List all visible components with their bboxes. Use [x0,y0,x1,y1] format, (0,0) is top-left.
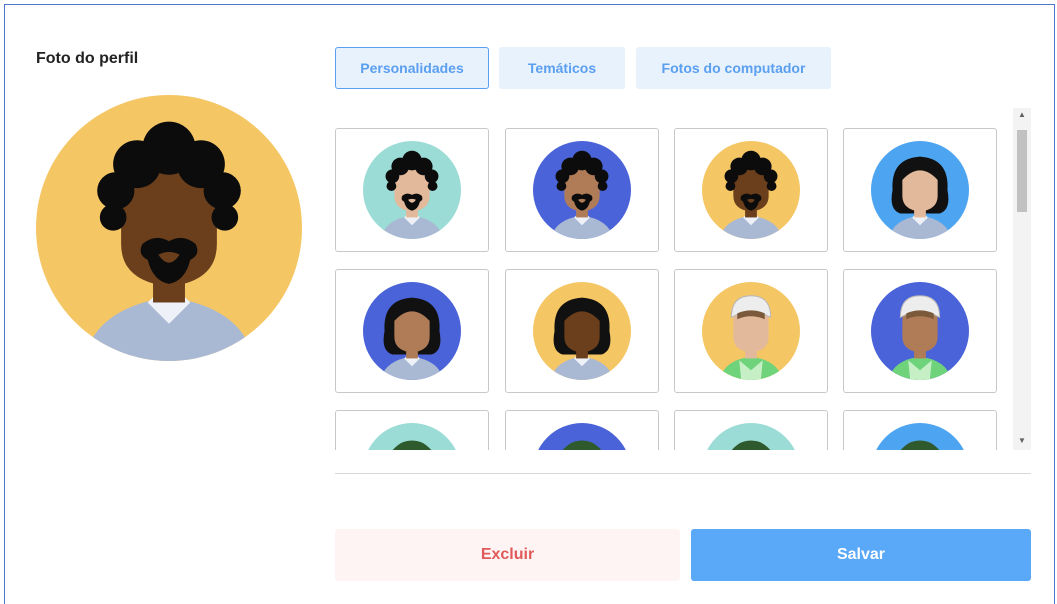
avatar-grid [335,108,1031,450]
avatar-image [871,141,969,239]
tab-fotos-computador[interactable]: Fotos do computador [636,47,831,89]
avatar-image [702,141,800,239]
avatar-image [702,282,800,380]
avatar-image [368,423,456,450]
avatar-image [363,141,461,239]
avatar-image [533,282,631,380]
avatar-option[interactable] [505,410,659,450]
avatar-option[interactable] [335,269,489,393]
scroll-thumb[interactable] [1017,130,1027,212]
avatar-image [538,423,626,450]
avatar-option[interactable] [843,128,997,252]
divider [335,473,1031,474]
avatar-option[interactable] [505,128,659,252]
avatar-image [533,141,631,239]
avatar-image [707,423,795,450]
avatar-option[interactable] [505,269,659,393]
avatar-image [363,282,461,380]
scroll-down-icon[interactable]: ▼ [1013,434,1031,448]
avatar-option[interactable] [335,410,489,450]
save-button[interactable]: Salvar [691,529,1031,581]
avatar-image [871,282,969,380]
avatar-option[interactable] [843,269,997,393]
avatar-option[interactable] [674,269,828,393]
avatar-option[interactable] [674,410,828,450]
avatar-option[interactable] [674,128,828,252]
avatar-grid-scrollbar[interactable]: ▲ ▼ [1013,108,1031,450]
tab-personalidades[interactable]: Personalidades [335,47,489,89]
section-title: Foto do perfil [36,50,139,67]
avatar-option[interactable] [335,128,489,252]
avatar-option[interactable] [843,410,997,450]
scroll-up-icon[interactable]: ▲ [1013,108,1031,122]
tab-tematicos[interactable]: Temáticos [499,47,625,89]
avatar-image [876,423,964,450]
selected-avatar [36,95,302,361]
delete-button[interactable]: Excluir [335,529,680,581]
